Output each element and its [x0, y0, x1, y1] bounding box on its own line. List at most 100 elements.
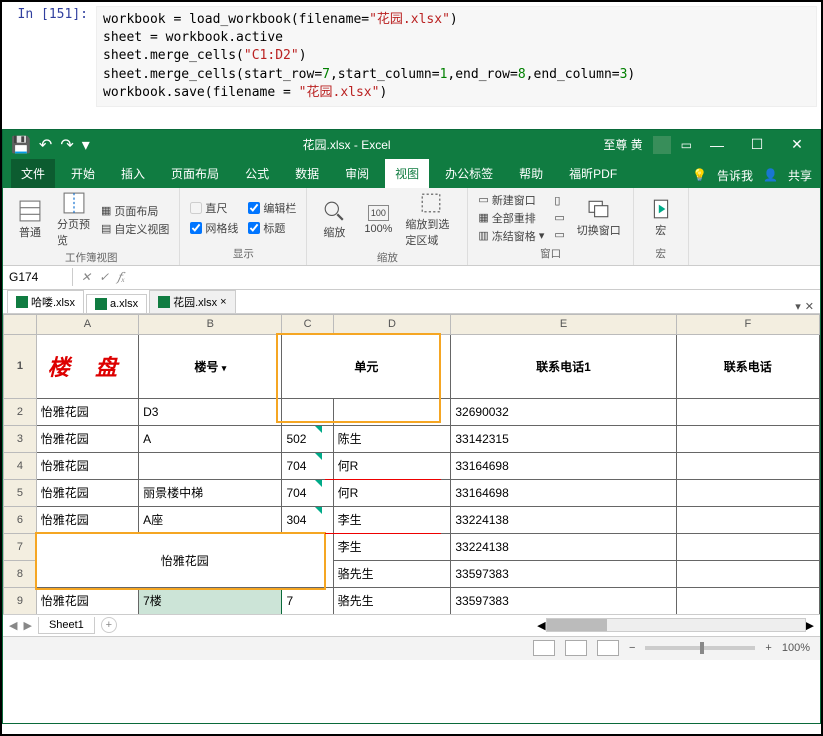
cell[interactable]: A: [139, 425, 282, 452]
zoom-out-button[interactable]: −: [629, 642, 635, 654]
cell[interactable]: [333, 398, 451, 425]
cell[interactable]: [676, 560, 819, 587]
row-header-1[interactable]: 1: [4, 334, 37, 398]
cell[interactable]: [676, 398, 819, 425]
cell-B9-selected[interactable]: 7楼: [139, 587, 282, 614]
cell[interactable]: 李生: [333, 533, 451, 560]
formulabar-checkbox[interactable]: 编辑栏: [248, 200, 296, 216]
zoom-level[interactable]: 100%: [782, 642, 810, 654]
file-tab-0[interactable]: 哈喽.xlsx: [7, 290, 84, 313]
freeze-panes-button[interactable]: ▥ 冻结窗格 ▾: [478, 228, 544, 244]
pagebreak-view-button[interactable]: 分页预览: [57, 192, 91, 248]
cell[interactable]: 33164698: [451, 479, 676, 506]
cell[interactable]: 怡雅花园: [36, 398, 138, 425]
cell[interactable]: 怡雅花园: [36, 452, 138, 479]
tab-menu-icon[interactable]: ▾: [795, 300, 801, 313]
tab-file[interactable]: 文件: [11, 159, 55, 188]
arrange-all-button[interactable]: ▦ 全部重排: [478, 210, 544, 226]
new-sheet-button[interactable]: +: [101, 617, 117, 633]
tab-pagelayout[interactable]: 页面布局: [161, 159, 229, 188]
normal-view-icon[interactable]: [533, 640, 555, 656]
cell[interactable]: D3: [139, 398, 282, 425]
tab-insert[interactable]: 插入: [111, 159, 155, 188]
name-box[interactable]: G174: [3, 268, 73, 286]
maximize-button[interactable]: ☐: [742, 136, 772, 153]
save-icon[interactable]: 💾: [11, 135, 31, 155]
cell[interactable]: 7: [282, 587, 333, 614]
tellme-label[interactable]: 告诉我: [717, 167, 753, 184]
cell[interactable]: 陈生: [333, 425, 451, 452]
file-tab-1[interactable]: a.xlsx: [86, 294, 147, 313]
ruler-checkbox[interactable]: 直尺: [190, 200, 238, 216]
cell-A7C8-merged[interactable]: 怡雅花园: [36, 533, 333, 587]
cell[interactable]: 32690032: [451, 398, 676, 425]
cell[interactable]: [676, 587, 819, 614]
tab-foxitpdf[interactable]: 福昕PDF: [559, 159, 627, 188]
ribbon-options-icon[interactable]: ▭: [681, 138, 692, 152]
cell-C1D2-merged[interactable]: 单元: [282, 334, 451, 398]
cell[interactable]: 33224138: [451, 533, 676, 560]
tab-view[interactable]: 视图: [385, 159, 429, 188]
row-header-5[interactable]: 5: [4, 479, 37, 506]
tellme-icon[interactable]: 💡: [692, 168, 707, 182]
cell[interactable]: 何R: [333, 452, 451, 479]
qat-dropdown-icon[interactable]: ▾: [82, 135, 90, 155]
col-header-C[interactable]: C: [282, 314, 333, 334]
split-icon[interactable]: ▯: [554, 194, 564, 207]
cell[interactable]: 33164698: [451, 452, 676, 479]
tab-home[interactable]: 开始: [61, 159, 105, 188]
cell-grid[interactable]: A B C D E F 1 楼 盘 楼号 ▾ 单元 联系电话1 联系电话 2怡雅…: [3, 314, 820, 614]
cell[interactable]: [139, 452, 282, 479]
sheet-nav-next[interactable]: ▶: [23, 619, 31, 632]
tab-data[interactable]: 数据: [285, 159, 329, 188]
row-header-6[interactable]: 6: [4, 506, 37, 533]
accept-formula-icon[interactable]: ✓: [99, 270, 109, 285]
cell[interactable]: 何R: [333, 479, 451, 506]
cell[interactable]: [676, 425, 819, 452]
horizontal-scrollbar[interactable]: ◀▶: [537, 618, 814, 632]
normal-view-button[interactable]: 普通: [13, 200, 47, 240]
minimize-button[interactable]: —: [702, 137, 732, 153]
zoom-button[interactable]: 缩放: [317, 200, 351, 240]
cell[interactable]: 704: [282, 452, 333, 479]
cell[interactable]: 丽景楼中梯: [139, 479, 282, 506]
pagelayout-view-icon[interactable]: [565, 640, 587, 656]
row-header-4[interactable]: 4: [4, 452, 37, 479]
cell[interactable]: [676, 452, 819, 479]
undo-icon[interactable]: ↶: [39, 135, 52, 155]
cell[interactable]: [282, 398, 333, 425]
col-header-E[interactable]: E: [451, 314, 676, 334]
file-tab-2[interactable]: 花园.xlsx ×: [149, 290, 235, 313]
headings-checkbox[interactable]: 标题: [248, 220, 296, 236]
switch-windows-button[interactable]: 切换窗口: [575, 198, 623, 238]
hide-icon[interactable]: ▭: [554, 211, 564, 224]
pagebreak-view-icon[interactable]: [597, 640, 619, 656]
cancel-formula-icon[interactable]: ✕: [81, 270, 91, 285]
new-window-button[interactable]: ▭ 新建窗口: [478, 192, 544, 208]
cell[interactable]: [676, 506, 819, 533]
jupyter-code[interactable]: workbook = load_workbook(filename="花园.xl…: [96, 6, 817, 107]
pagelayout-view-button[interactable]: ▦ 页面布局: [101, 203, 169, 219]
redo-icon[interactable]: ↷: [60, 135, 73, 155]
cell[interactable]: 怡雅花园: [36, 587, 138, 614]
sheet-nav-prev[interactable]: ◀: [9, 619, 17, 632]
cell-A1[interactable]: 楼 盘: [36, 334, 138, 398]
cell[interactable]: 李生: [333, 506, 451, 533]
col-header-D[interactable]: D: [333, 314, 451, 334]
cell[interactable]: 33142315: [451, 425, 676, 452]
row-header-2[interactable]: 2: [4, 398, 37, 425]
col-header-A[interactable]: A: [36, 314, 138, 334]
cell[interactable]: 304: [282, 506, 333, 533]
tab-help[interactable]: 帮助: [509, 159, 553, 188]
sheet-tab-1[interactable]: Sheet1: [38, 617, 95, 634]
cell[interactable]: [676, 479, 819, 506]
row-header-9[interactable]: 9: [4, 587, 37, 614]
fx-icon[interactable]: 𝑓ₓ: [117, 270, 125, 285]
tab-review[interactable]: 审阅: [335, 159, 379, 188]
cell[interactable]: 33224138: [451, 506, 676, 533]
cell[interactable]: A座: [139, 506, 282, 533]
tab-officetab[interactable]: 办公标签: [435, 159, 503, 188]
unhide-icon[interactable]: ▭: [554, 228, 564, 241]
col-header-F[interactable]: F: [676, 314, 819, 334]
cell-F1[interactable]: 联系电话: [676, 334, 819, 398]
